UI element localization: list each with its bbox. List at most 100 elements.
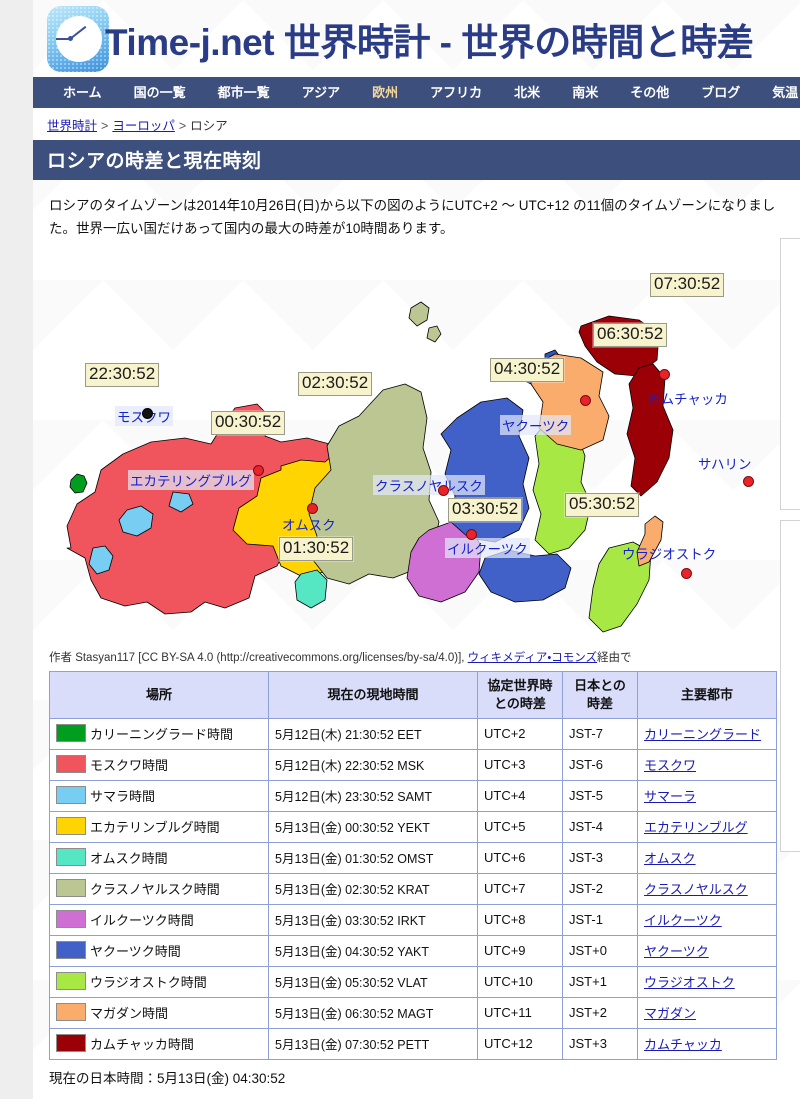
city-link[interactable]: クラスノヤルスク <box>644 882 748 897</box>
city-link[interactable]: カムチャッカ <box>644 1037 722 1052</box>
th-utc-offset: 協定世界時 との時差 <box>477 671 563 719</box>
nav-item-south-america[interactable]: 南米 <box>556 77 614 108</box>
cell-local-time: 5月13日(金) 05:30:52 VLAT <box>268 965 478 998</box>
nav-item-africa[interactable]: アフリカ <box>414 77 498 108</box>
nav-item-others[interactable]: その他 <box>614 77 685 108</box>
cell-local-time: 5月13日(金) 03:30:52 IRKT <box>268 903 478 936</box>
nav-item-europe[interactable]: 欧州 <box>356 77 414 108</box>
cell-city: クラスノヤルスク <box>637 872 777 905</box>
site-title: Time-j.net 世界時計 - 世界の時間と時差 <box>105 22 754 63</box>
nav-item-asia[interactable]: アジア <box>286 77 356 108</box>
cell-utc: UTC+6 <box>477 841 563 874</box>
cell-city: マガダン <box>637 996 777 1029</box>
yekaterinburg-time-label: 00:30:52 <box>211 411 286 435</box>
cell-zone: カリーニングラード時間 <box>49 717 269 750</box>
cell-city: サマーラ <box>637 779 777 812</box>
zone-name: カムチャッカ時間 <box>90 1037 194 1053</box>
nav-item-blog[interactable]: ブログ <box>685 77 756 108</box>
map-caption-link[interactable]: ウィキメディア・コモンズ <box>468 652 597 664</box>
table-row: エカテリンブルグ時間 5月13日(金) 00:30:52 YEKT UTC+5 … <box>49 810 777 843</box>
city-link[interactable]: イルクーツク <box>644 913 722 928</box>
breadcrumb: 世界時計 > ヨーロッパ > ロシア <box>33 108 800 140</box>
cell-jst: JST-2 <box>562 872 638 905</box>
map-caption-suffix: 経由で <box>597 652 632 665</box>
irkutsk-time-label: 03:30:52 <box>448 498 523 522</box>
main-navigation: ホーム 国の一覧 都市一覧 アジア 欧州 アフリカ 北米 南米 その他 ブログ … <box>33 77 800 108</box>
color-swatch <box>56 879 86 898</box>
nav-item-home[interactable]: ホーム <box>47 77 118 108</box>
map-svg <box>66 302 674 633</box>
cell-city: カリーニングラード <box>637 717 777 750</box>
city-link[interactable]: サマーラ <box>644 789 696 804</box>
nav-item-north-america[interactable]: 北米 <box>498 77 556 108</box>
krasnoyarsk-city-label: クラスノヤルスク <box>373 475 485 496</box>
cell-utc: UTC+3 <box>477 748 563 781</box>
timezone-table: 場所 現在の現地時間 協定世界時 との時差 日本との 時差 主要都市 カリーニン… <box>49 671 777 1060</box>
clock-pivot <box>68 36 73 41</box>
color-swatch <box>56 972 86 991</box>
cell-utc: UTC+8 <box>477 903 563 936</box>
cell-city: ヤクーツク <box>637 934 777 967</box>
th-utc-line2: との時差 <box>494 695 546 711</box>
cell-city: エカテリンブルグ <box>637 810 777 843</box>
cell-jst: JST-5 <box>562 779 638 812</box>
table-row: クラスノヤルスク時間 5月13日(金) 02:30:52 KRAT UTC+7 … <box>49 872 777 905</box>
page-title: ロシアの時差と現在時刻 <box>33 140 800 180</box>
cell-utc: UTC+2 <box>477 717 563 750</box>
zone-name: カリーニングラード時間 <box>90 727 234 743</box>
zone-omsk <box>294 570 328 609</box>
cell-local-time: 5月13日(金) 06:30:52 MAGT <box>268 996 478 1029</box>
zone-name: マガダン時間 <box>90 1006 169 1022</box>
table-row: モスクワ時間 5月12日(木) 22:30:52 MSK UTC+3 JST-6… <box>49 748 777 781</box>
omsk-time-label: 01:30:52 <box>279 537 354 561</box>
kamchatka-time-label: 07:30:52 <box>650 273 725 297</box>
table-row: イルクーツク時間 5月13日(金) 03:30:52 IRKT UTC+8 JS… <box>49 903 777 936</box>
cell-utc: UTC+11 <box>477 996 563 1029</box>
site-logo-icon[interactable] <box>47 6 109 72</box>
cell-utc: UTC+12 <box>477 1027 563 1060</box>
city-link[interactable]: エカテリンブルグ <box>644 820 748 835</box>
kamchatka-city-label: カムチャッカ <box>647 392 728 408</box>
city-link[interactable]: ヤクーツク <box>644 944 709 959</box>
th-jst-line2: 時差 <box>586 695 613 711</box>
page-container: Time-j.net 世界時計 - 世界の時間と時差 ホーム 国の一覧 都市一覧… <box>33 0 800 1099</box>
zone-name: ウラジオストク時間 <box>90 975 207 991</box>
nav-item-cities[interactable]: 都市一覧 <box>202 77 286 108</box>
cell-zone: エカテリンブルグ時間 <box>49 810 269 843</box>
cell-jst: JST-4 <box>562 810 638 843</box>
magadan-time-label: 06:30:52 <box>593 323 668 347</box>
zone-name: イルクーツク時間 <box>90 913 194 929</box>
vladivostok-time-label: 05:30:52 <box>565 493 640 517</box>
zone-krasnoyarsk-island-1 <box>408 302 430 327</box>
table-row: ヤクーツク時間 5月13日(金) 04:30:52 YAKT UTC+9 JST… <box>49 934 777 967</box>
sakhalin-city-label: サハリン <box>698 457 752 473</box>
zone-kamchatka-peninsula <box>626 364 674 497</box>
city-link[interactable]: カリーニングラード <box>644 727 761 742</box>
color-swatch <box>56 1003 86 1022</box>
vladivostok-city-label: ウラジオストク <box>622 547 717 563</box>
city-link[interactable]: オムスク <box>644 851 696 866</box>
city-link[interactable]: マガダン <box>644 1006 696 1021</box>
city-link[interactable]: ウラジオストク <box>644 975 735 990</box>
current-japan-time: 現在の日本時間：5月13日(金) 04:30:52 <box>49 1070 286 1086</box>
nav-item-countries[interactable]: 国の一覧 <box>118 77 202 108</box>
moscow-time-label: 22:30:52 <box>85 363 160 387</box>
th-place: 場所 <box>49 671 269 719</box>
cell-jst: JST+3 <box>562 1027 638 1060</box>
russia-timezone-map: 22:30:52 00:30:52 01:30:52 02:30:52 03:3… <box>53 248 754 643</box>
nav-item-weather[interactable]: 気温と雨量 <box>756 77 800 108</box>
color-swatch <box>56 755 86 774</box>
color-swatch <box>56 941 86 960</box>
cell-zone: マガダン時間 <box>49 996 269 1029</box>
cell-zone: イルクーツク時間 <box>49 903 269 936</box>
zone-name: モスクワ時間 <box>90 758 169 774</box>
table-row: ウラジオストク時間 5月13日(金) 05:30:52 VLAT UTC+10 … <box>49 965 777 998</box>
breadcrumb-home[interactable]: 世界時計 <box>47 119 97 133</box>
th-jst-line1: 日本との <box>574 678 626 694</box>
city-link[interactable]: モスクワ <box>644 758 696 773</box>
table-body: カリーニングラード時間 5月12日(木) 21:30:52 EET UTC+2 … <box>49 717 777 1060</box>
cell-local-time: 5月13日(金) 07:30:52 PETT <box>268 1027 478 1060</box>
breadcrumb-europe[interactable]: ヨーロッパ <box>112 119 175 133</box>
cell-utc: UTC+9 <box>477 934 563 967</box>
yekaterinburg-city-label: エカテリングブルグ <box>128 470 254 491</box>
